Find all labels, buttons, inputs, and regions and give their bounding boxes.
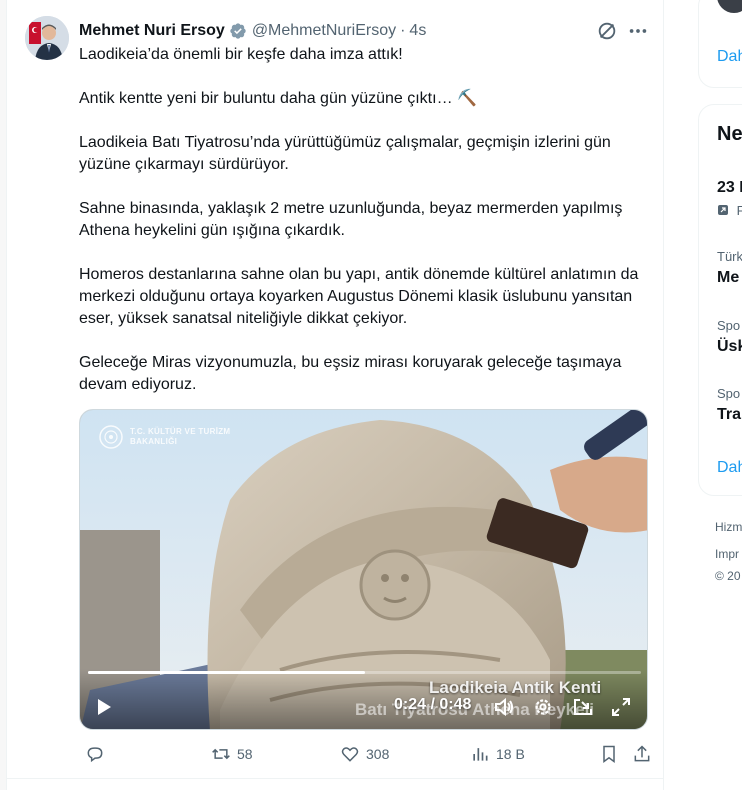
- trend-item-sub: F: [717, 203, 742, 218]
- tweet-time[interactable]: 4s: [409, 22, 426, 40]
- trend-link-icon: [718, 205, 728, 215]
- video-player[interactable]: T.C. KÜLTÜR VE TURİZM BAKANLIĞI Laodikei…: [79, 409, 648, 730]
- sidebar-avatar[interactable]: [717, 0, 742, 13]
- heart-icon: [341, 747, 359, 762]
- video-caption-title: Laodikeia Antik Kenti: [429, 678, 602, 697]
- bookmark-button[interactable]: [599, 744, 619, 764]
- tweet-paragraph: Laodikeia Batı Tiyatrosu’nda yürüttüğümü…: [79, 134, 611, 173]
- video-caption-subtitle: Batı Tiyatrosu Athena Heykeli: [355, 700, 595, 719]
- ministry-seal-icon: [99, 425, 123, 449]
- like-button[interactable]: 308: [340, 744, 389, 764]
- separator-dot: ·: [400, 22, 406, 39]
- reply-icon: [87, 747, 103, 763]
- trend-3-context: Spo: [717, 386, 741, 401]
- sidebar-trends-card: Ne 23 I F Türk Me Spo Üsk Spo Tra Dah: [698, 104, 742, 496]
- tweet-card[interactable]: Mehmet Nuri Ersoy @MehmetNuriErsoy · 4s …: [6, 0, 664, 790]
- ministry-watermark: T.C. KÜLTÜR VE TURİZM BAKANLIĞI: [98, 424, 230, 450]
- author-avatar[interactable]: [25, 16, 69, 60]
- trend-2-name[interactable]: Üsk: [717, 338, 742, 356]
- tweet-paragraph: Antik kentte yeni bir buluntu daha gün y…: [79, 90, 477, 107]
- trend-1-name[interactable]: Me: [717, 269, 739, 287]
- tweet-paragraph: Laodikeia’da önemli bir keşfe daha imza …: [79, 46, 403, 63]
- video-progress-fill: [88, 671, 365, 674]
- volume-icon[interactable]: [493, 696, 515, 718]
- trend-item-sub-text: F: [736, 203, 742, 218]
- tweet-paragraph: Sahne binasında, yaklaşık 2 metre uzunlu…: [79, 200, 623, 239]
- trend-3-name[interactable]: Tra: [717, 406, 741, 424]
- trends-show-more-link[interactable]: Dah: [717, 459, 742, 477]
- sidebar-card-top: Dah: [698, 0, 742, 88]
- footer-copyright: © 20: [715, 569, 741, 583]
- retweet-count: 58: [237, 746, 253, 762]
- watermark-line-2: BAKANLIĞI: [130, 437, 178, 446]
- retweet-icon: [212, 748, 230, 760]
- sidebar-show-more-link[interactable]: Dah: [717, 48, 742, 66]
- trend-item-date[interactable]: 23 I: [717, 179, 742, 197]
- settings-gear-icon[interactable]: [532, 696, 554, 718]
- grok-icon[interactable]: [596, 20, 618, 42]
- views-count: 18 B: [496, 746, 525, 762]
- footer-link-imprint[interactable]: Impr: [715, 547, 739, 561]
- fullscreen-icon[interactable]: [610, 696, 632, 718]
- video-timecode: 0:24 / 0:48: [394, 696, 472, 713]
- trend-1-context: Türk: [717, 249, 742, 264]
- verified-badge-icon: [230, 23, 246, 39]
- like-count: 308: [366, 746, 390, 762]
- tweet-paragraph: Geleceğe Miras vizyonumuzla, bu eşsiz mi…: [79, 354, 622, 393]
- views-button[interactable]: 18 B: [470, 744, 525, 764]
- author-name[interactable]: Mehmet Nuri Ersoy: [79, 22, 225, 40]
- views-chart-icon: [473, 748, 488, 761]
- tweet-paragraph: Homeros destanlarına sahne olan bu yapı,…: [79, 266, 639, 327]
- tweet-divider: [7, 778, 663, 779]
- author-handle[interactable]: @MehmetNuriErsoy: [252, 22, 396, 40]
- trends-section-title: Ne: [717, 123, 742, 145]
- reply-button[interactable]: [85, 744, 111, 764]
- video-progress-bar[interactable]: [88, 671, 641, 674]
- share-icon: [634, 745, 650, 762]
- retweet-button[interactable]: 58: [211, 744, 253, 764]
- share-button[interactable]: [632, 744, 652, 764]
- footer-link-terms[interactable]: Hizm: [715, 520, 742, 534]
- picture-in-picture-icon[interactable]: [572, 696, 594, 718]
- tweet-actions: 58 308 18 B: [79, 744, 654, 768]
- watermark-line-1: T.C. KÜLTÜR VE TURİZM: [130, 427, 231, 436]
- bookmark-icon: [603, 745, 615, 763]
- play-icon[interactable]: [94, 697, 114, 717]
- more-options-icon[interactable]: [627, 20, 649, 42]
- trend-2-context: Spo: [717, 318, 741, 333]
- tweet-text: Laodikeia’da önemli bir keşfe daha imza …: [79, 44, 654, 396]
- tweet-header: Mehmet Nuri Ersoy @MehmetNuriErsoy · 4s: [79, 22, 426, 40]
